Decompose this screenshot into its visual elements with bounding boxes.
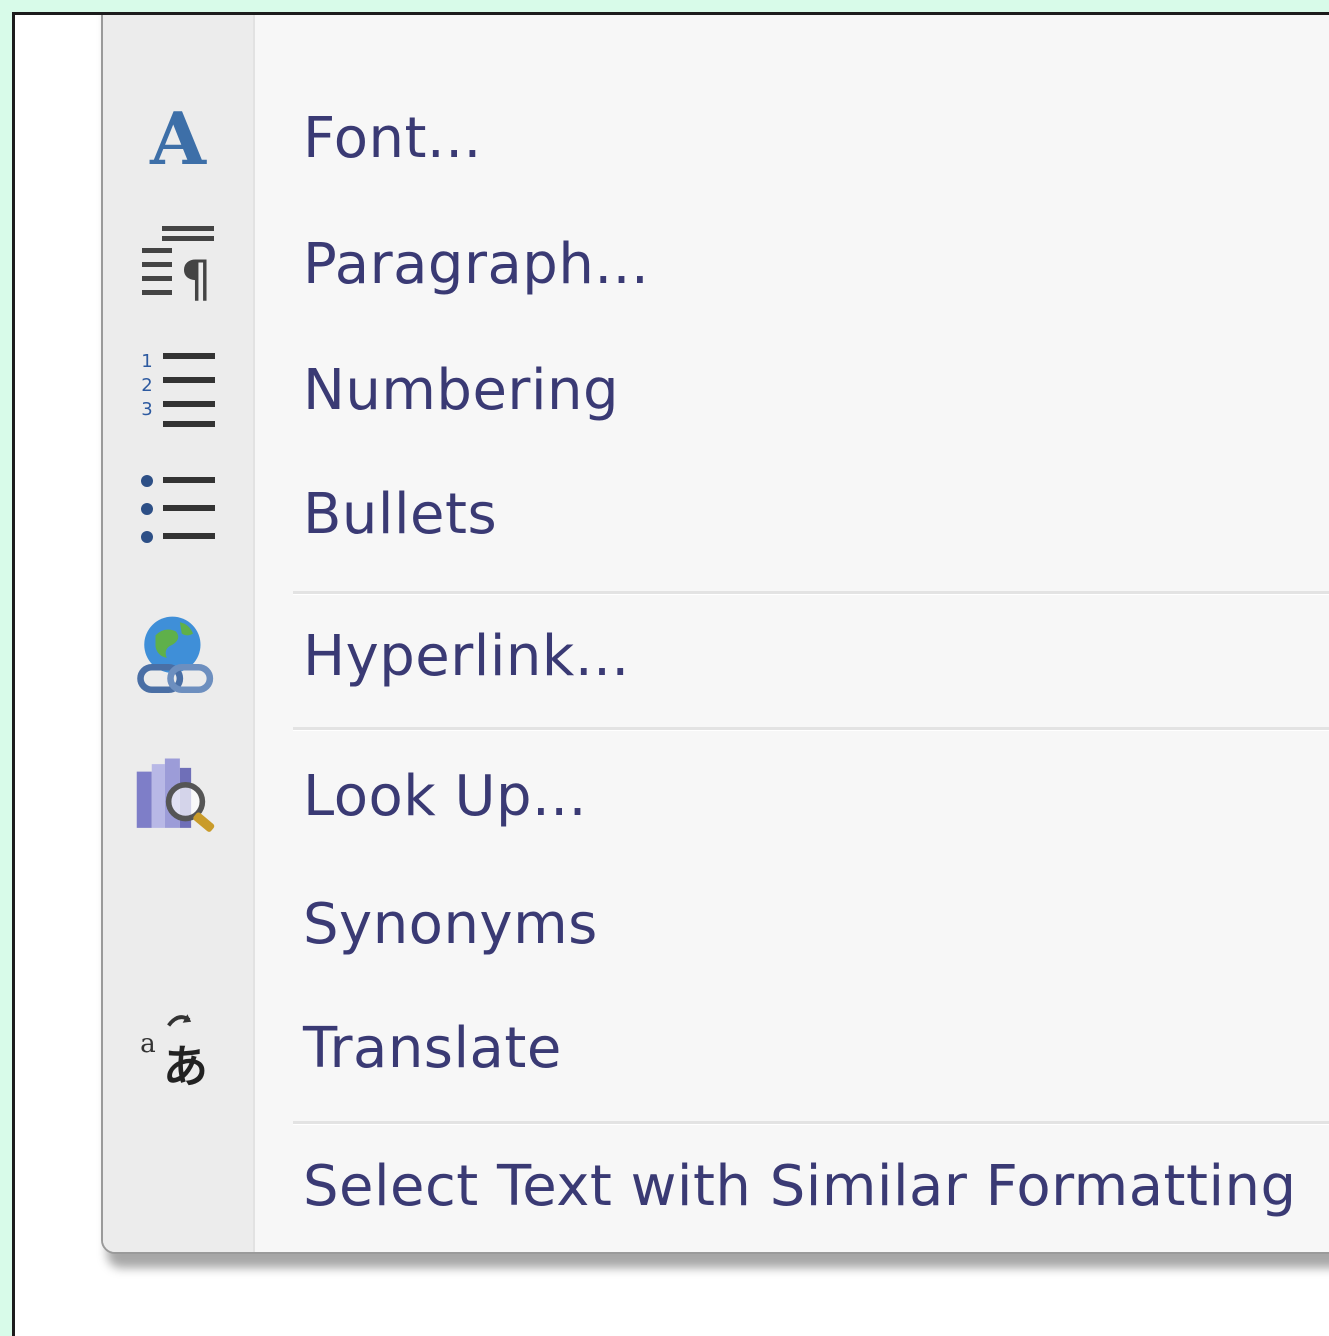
svg-text:3: 3 xyxy=(141,399,152,420)
svg-text:a: a xyxy=(140,1029,156,1059)
bullets-icon xyxy=(133,469,223,559)
menu-item-font[interactable]: A Font... xyxy=(103,83,1329,193)
menu-item-paragraph[interactable]: ¶ Paragraph... xyxy=(103,209,1329,319)
menu-item-hyperlink[interactable]: Hyperlink... xyxy=(103,601,1329,711)
menu-item-label: Font... xyxy=(303,105,482,171)
svg-text:A: A xyxy=(149,98,207,178)
menu-separator xyxy=(293,1121,1329,1125)
document-area: A Font... ¶ Paragraph... 1 2 3 Numbering… xyxy=(12,12,1329,1336)
research-icon xyxy=(133,751,223,841)
menu-item-label: Translate xyxy=(303,1015,562,1081)
menu-item-label: Select Text with Similar Formatting xyxy=(303,1153,1297,1219)
menu-item-label: Hyperlink... xyxy=(303,623,630,689)
font-icon: A xyxy=(133,93,223,183)
hyperlink-icon xyxy=(133,611,223,701)
translate-icon: a あ xyxy=(133,1003,223,1093)
menu-item-label: Paragraph... xyxy=(303,231,650,297)
menu-separator xyxy=(293,727,1329,731)
menu-item-translate[interactable]: a あ Translate xyxy=(103,993,1329,1103)
menu-separator xyxy=(293,591,1329,595)
menu-item-label: Bullets xyxy=(303,481,498,547)
menu-item-look-up[interactable]: Look Up... xyxy=(103,741,1329,851)
svg-text:2: 2 xyxy=(141,375,152,396)
svg-text:あ: あ xyxy=(163,1040,208,1093)
menu-item-select-similar-formatting[interactable]: Select Text with Similar Formatting xyxy=(103,1131,1329,1241)
svg-text:¶: ¶ xyxy=(180,250,212,306)
paragraph-icon: ¶ xyxy=(133,219,223,309)
menu-item-label: Synonyms xyxy=(303,891,598,957)
menu-item-label: Numbering xyxy=(303,357,620,423)
menu-item-bullets[interactable]: Bullets xyxy=(103,459,1329,569)
context-menu: A Font... ¶ Paragraph... 1 2 3 Numbering… xyxy=(101,15,1329,1254)
numbering-icon: 1 2 3 xyxy=(133,345,223,435)
svg-text:1: 1 xyxy=(141,351,152,372)
menu-item-synonyms[interactable]: Synonyms xyxy=(103,869,1329,979)
menu-item-label: Look Up... xyxy=(303,763,587,829)
menu-item-numbering[interactable]: 1 2 3 Numbering xyxy=(103,335,1329,445)
